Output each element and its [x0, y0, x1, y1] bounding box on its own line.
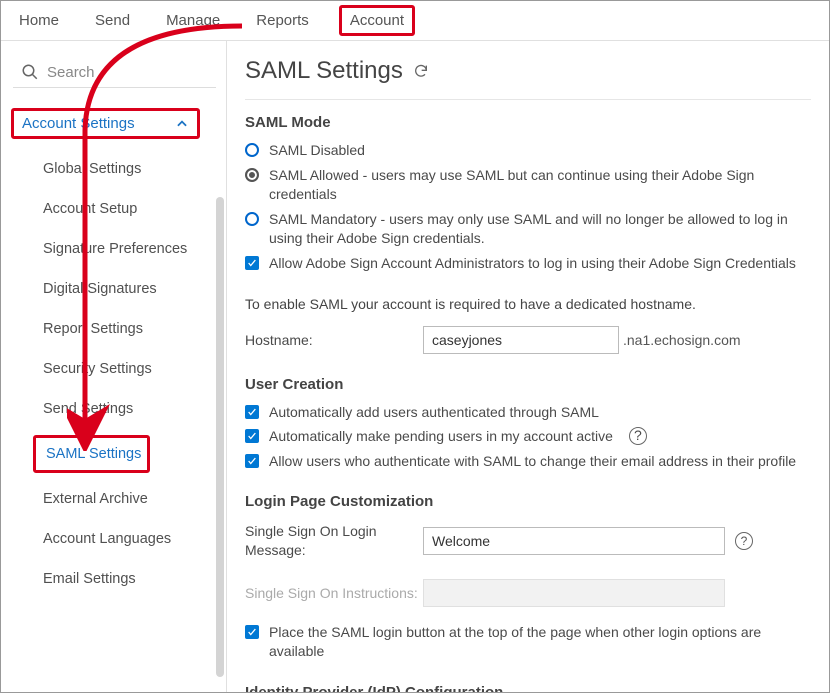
sidebar-item-report[interactable]: Report Settings [11, 309, 226, 349]
label-allow-email: Allow users who authenticate with SAML t… [269, 452, 796, 472]
sso-instr-label: Single Sign On Instructions: [245, 585, 419, 601]
sidebar-item-saml[interactable]: SAML Settings [33, 435, 150, 473]
sidebar-item-global[interactable]: Global Settings [11, 149, 226, 189]
hostname-input[interactable] [423, 326, 619, 354]
label-auto-add: Automatically add users authenticated th… [269, 403, 599, 423]
label-place-top: Place the SAML login button at the top o… [269, 623, 811, 662]
radio-saml-mandatory[interactable] [245, 212, 259, 226]
top-nav: Home Send Manage Reports Account [1, 1, 829, 41]
label-saml-allowed: SAML Allowed - users may use SAML but ca… [269, 166, 811, 205]
nav-manage[interactable]: Manage [160, 4, 226, 37]
login-custom-heading: Login Page Customization [245, 493, 811, 510]
label-saml-disabled: SAML Disabled [269, 141, 365, 161]
hostname-note: To enable SAML your account is required … [245, 296, 811, 312]
refresh-icon[interactable] [413, 63, 429, 79]
label-admin-allow: Allow Adobe Sign Account Administrators … [269, 254, 796, 274]
radio-saml-allowed[interactable] [245, 168, 259, 182]
sidebar-item-extarch[interactable]: External Archive [11, 479, 226, 519]
checkbox-auto-add[interactable] [245, 405, 259, 419]
nav-home[interactable]: Home [13, 4, 65, 37]
sso-msg-label: Single Sign On Login Message: [245, 522, 419, 558]
search-placeholder: Search [47, 64, 95, 81]
help-icon-sso[interactable]: ? [735, 532, 753, 550]
saml-mode-heading: SAML Mode [245, 114, 811, 131]
checkbox-allow-email[interactable] [245, 454, 259, 468]
sidebar-section-highlight: Account Settings [11, 108, 200, 139]
nav-send[interactable]: Send [89, 4, 136, 37]
checkbox-place-top[interactable] [245, 625, 259, 639]
nav-reports[interactable]: Reports [250, 4, 315, 37]
nav-account-highlight: Account [339, 5, 415, 36]
search-input[interactable]: Search [13, 57, 216, 88]
user-creation-heading: User Creation [245, 376, 811, 393]
help-icon[interactable]: ? [629, 427, 647, 445]
label-auto-pending: Automatically make pending users in my a… [269, 427, 613, 447]
sidebar: Search Account Settings Global Settings … [1, 41, 227, 692]
sidebar-item-digsig[interactable]: Digital Signatures [11, 269, 226, 309]
sidebar-item-sigpref[interactable]: Signature Preferences [11, 229, 226, 269]
sidebar-item-security[interactable]: Security Settings [11, 349, 226, 389]
chevron-up-icon[interactable] [175, 117, 189, 131]
hostname-suffix: .na1.echosign.com [623, 332, 741, 348]
main-content: SAML Settings SAML Mode SAML Disabled SA… [227, 41, 829, 692]
search-icon [21, 63, 39, 81]
sidebar-section-label[interactable]: Account Settings [22, 115, 135, 132]
idp-heading: Identity Provider (IdP) Configuration [245, 684, 811, 692]
radio-saml-disabled[interactable] [245, 143, 259, 157]
sso-msg-input[interactable] [423, 527, 725, 555]
nav-account[interactable]: Account [350, 12, 404, 29]
hostname-label: Hostname: [245, 332, 419, 348]
checkbox-auto-pending[interactable] [245, 429, 259, 443]
sidebar-item-setup[interactable]: Account Setup [11, 189, 226, 229]
page-title: SAML Settings [245, 57, 811, 100]
sidebar-item-lang[interactable]: Account Languages [11, 519, 226, 559]
sidebar-item-sendset[interactable]: Send Settings [11, 389, 226, 429]
sidebar-item-email[interactable]: Email Settings [11, 559, 226, 599]
checkbox-admin-allow[interactable] [245, 256, 259, 270]
sidebar-scrollbar[interactable] [216, 197, 224, 677]
sso-instr-input [423, 579, 725, 607]
label-saml-mandatory: SAML Mandatory - users may only use SAML… [269, 210, 811, 249]
